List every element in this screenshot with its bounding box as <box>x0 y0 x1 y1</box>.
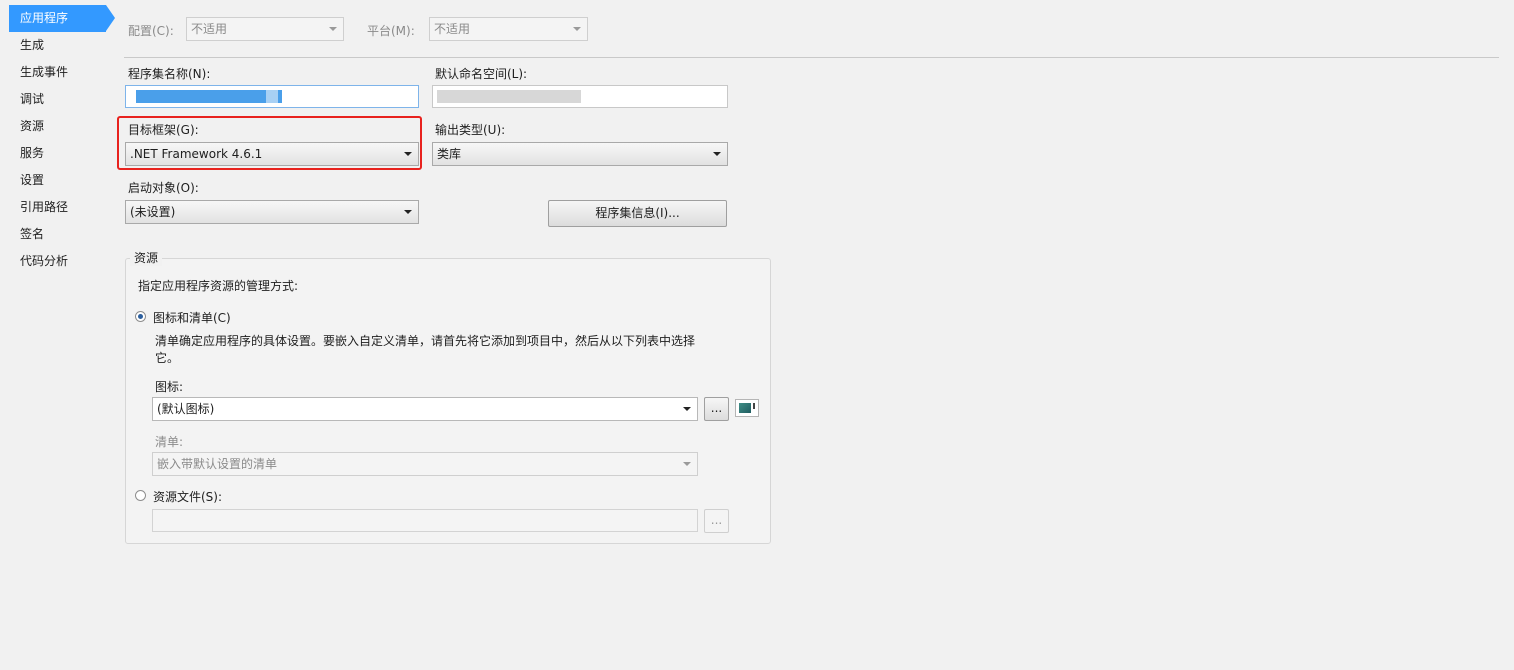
chevron-down-icon <box>401 201 415 223</box>
icon-manifest-radio[interactable] <box>135 311 146 322</box>
config-select[interactable]: 不适用 <box>186 17 344 41</box>
assembly-name-input[interactable] <box>125 85 419 108</box>
config-value: 不适用 <box>191 22 228 36</box>
nav-item-resources[interactable]: 资源 <box>9 113 109 140</box>
assembly-info-button[interactable]: 程序集信息(I)... <box>548 200 727 227</box>
output-type-select[interactable]: 类库 <box>432 142 728 166</box>
app-icon-mark <box>753 403 755 409</box>
icon-manifest-help: 清单确定应用程序的具体设置。要嵌入自定义清单，请首先将它添加到项目中，然后从以下… <box>155 334 696 348</box>
default-namespace-label: 默认命名空间(L): <box>435 67 528 81</box>
resource-file-radio-label[interactable]: 资源文件(S): <box>153 488 222 505</box>
resource-file-input[interactable] <box>152 509 698 532</box>
manifest-select[interactable]: 嵌入带默认设置的清单 <box>152 452 698 476</box>
sidebar-nav: 应用程序 生成 生成事件 调试 资源 服务 设置 引用路径 签名 代码分析 <box>9 5 115 275</box>
target-framework-select[interactable]: .NET Framework 4.6.1 <box>125 142 419 166</box>
target-framework-label: 目标框架(G): <box>128 123 199 137</box>
platform-select[interactable]: 不适用 <box>429 17 588 41</box>
output-type-label: 输出类型(U): <box>435 123 506 137</box>
icon-preview <box>735 399 759 417</box>
output-type-value: 类库 <box>437 147 462 161</box>
divider <box>124 57 1499 58</box>
icon-value: (默认图标) <box>157 402 215 416</box>
nav-item-reference-paths[interactable]: 引用路径 <box>9 194 109 221</box>
nav-item-services[interactable]: 服务 <box>9 140 109 167</box>
icon-browse-button[interactable]: ... <box>704 397 729 421</box>
chevron-down-icon <box>326 18 340 40</box>
resources-group-title: 资源 <box>130 249 163 266</box>
nav-item-settings[interactable]: 设置 <box>9 167 109 194</box>
resource-file-browse-button[interactable]: ... <box>704 509 729 533</box>
manifest-label: 清单: <box>155 435 184 449</box>
app-icon <box>739 403 751 413</box>
resource-file-radio[interactable] <box>135 490 146 501</box>
nav-item-signing[interactable]: 签名 <box>9 221 109 248</box>
platform-label: 平台(M): <box>367 24 415 38</box>
icon-label: 图标: <box>155 380 184 394</box>
nav-item-build[interactable]: 生成 <box>9 32 109 59</box>
chevron-down-icon <box>710 143 724 165</box>
icon-manifest-help-cont: 它。 <box>155 351 180 365</box>
chevron-down-icon <box>680 453 694 475</box>
chevron-down-icon <box>401 143 415 165</box>
icon-select[interactable]: (默认图标) <box>152 397 698 421</box>
platform-value: 不适用 <box>434 22 471 36</box>
startup-object-select[interactable]: (未设置) <box>125 200 419 224</box>
config-label: 配置(C): <box>128 24 174 38</box>
nav-item-application[interactable]: 应用程序 <box>9 5 115 32</box>
resources-description: 指定应用程序资源的管理方式: <box>138 279 299 293</box>
redacted-text <box>266 90 278 103</box>
redacted-text <box>136 90 282 103</box>
icon-manifest-radio-label[interactable]: 图标和清单(C) <box>153 309 231 326</box>
redacted-text <box>437 90 581 103</box>
target-framework-value: .NET Framework 4.6.1 <box>130 147 263 161</box>
nav-item-build-events[interactable]: 生成事件 <box>9 59 109 86</box>
manifest-value: 嵌入带默认设置的清单 <box>157 457 278 471</box>
chevron-down-icon <box>570 18 584 40</box>
chevron-down-icon <box>680 398 694 420</box>
nav-item-debug[interactable]: 调试 <box>9 86 109 113</box>
nav-item-code-analysis[interactable]: 代码分析 <box>9 248 109 275</box>
assembly-name-label: 程序集名称(N): <box>128 67 211 81</box>
startup-object-value: (未设置) <box>130 205 176 219</box>
default-namespace-input[interactable] <box>432 85 728 108</box>
startup-object-label: 启动对象(O): <box>128 181 199 195</box>
